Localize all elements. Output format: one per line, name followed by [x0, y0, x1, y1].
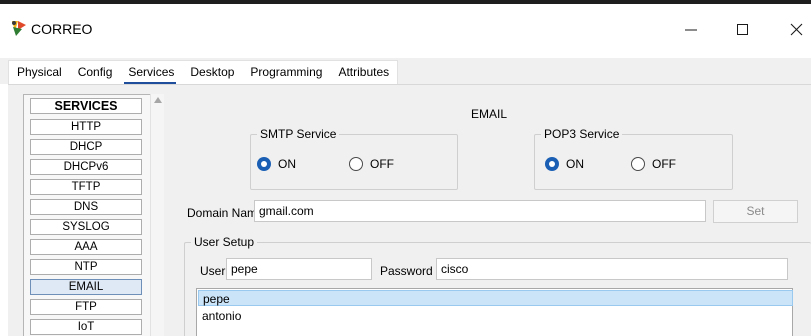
user-list-item[interactable]: pepe [198, 290, 793, 306]
radio-checked-icon [257, 157, 271, 171]
user-input[interactable] [226, 258, 372, 280]
service-tftp[interactable]: TFTP [30, 179, 142, 195]
user-list[interactable]: pepe antonio [196, 288, 793, 336]
tab-attributes[interactable]: Attributes [330, 62, 397, 84]
service-http[interactable]: HTTP [30, 119, 142, 135]
radio-unchecked-icon [349, 157, 363, 171]
user-label: User [200, 264, 226, 278]
smtp-service-group: SMTP Service ON OFF [250, 127, 458, 190]
pop3-off-radio[interactable]: OFF [631, 157, 676, 171]
pop3-on-radio[interactable]: ON [545, 157, 584, 171]
pop3-on-label: ON [566, 157, 584, 171]
tab-services[interactable]: Services [120, 62, 182, 84]
service-ftp[interactable]: FTP [30, 299, 142, 315]
service-syslog[interactable]: SYSLOG [30, 219, 142, 235]
pop3-service-group: POP3 Service ON OFF [534, 127, 733, 190]
service-dns[interactable]: DNS [30, 199, 142, 215]
tab-programming[interactable]: Programming [242, 62, 330, 84]
service-dhcp[interactable]: DHCP [30, 139, 142, 155]
scroll-up-icon[interactable] [154, 97, 162, 103]
close-icon[interactable] [782, 14, 811, 44]
tab-strip: Physical Config Services Desktop Program… [8, 60, 399, 84]
service-email[interactable]: EMAIL [30, 279, 142, 295]
radio-checked-icon [545, 157, 559, 171]
smtp-on-radio[interactable]: ON [257, 157, 296, 171]
email-heading: EMAIL [471, 107, 508, 121]
service-aaa[interactable]: AAA [30, 239, 142, 255]
services-scrollbar[interactable] [150, 94, 164, 336]
user-list-item[interactable]: antonio [198, 308, 793, 324]
pop3-off-label: OFF [652, 157, 676, 171]
user-setup-legend: User Setup [191, 235, 258, 249]
tab-desktop[interactable]: Desktop [182, 62, 242, 84]
maximize-icon[interactable] [728, 14, 758, 44]
service-dhcpv6[interactable]: DHCPv6 [30, 159, 142, 175]
tab-physical[interactable]: Physical [9, 62, 70, 84]
radio-unchecked-icon [631, 157, 645, 171]
set-button[interactable]: Set [713, 200, 798, 223]
tab-config[interactable]: Config [70, 62, 121, 84]
domain-name-input[interactable] [254, 200, 706, 222]
smtp-legend: SMTP Service [257, 127, 340, 141]
smtp-off-radio[interactable]: OFF [349, 157, 394, 171]
pop3-legend: POP3 Service [541, 127, 623, 141]
smtp-off-label: OFF [370, 157, 394, 171]
server-icon [12, 21, 26, 36]
services-list: SERVICES HTTP DHCP DHCPv6 TFTP DNS SYSLO… [23, 94, 151, 336]
service-iot[interactable]: IoT [30, 319, 142, 335]
password-label: Password [380, 264, 433, 278]
title-bar: CORREO [0, 0, 811, 58]
smtp-on-label: ON [278, 157, 296, 171]
minimize-icon[interactable] [676, 14, 706, 44]
window-title: CORREO [31, 21, 93, 37]
service-ntp[interactable]: NTP [30, 259, 142, 275]
services-header: SERVICES [30, 98, 142, 114]
password-input[interactable] [436, 258, 788, 280]
